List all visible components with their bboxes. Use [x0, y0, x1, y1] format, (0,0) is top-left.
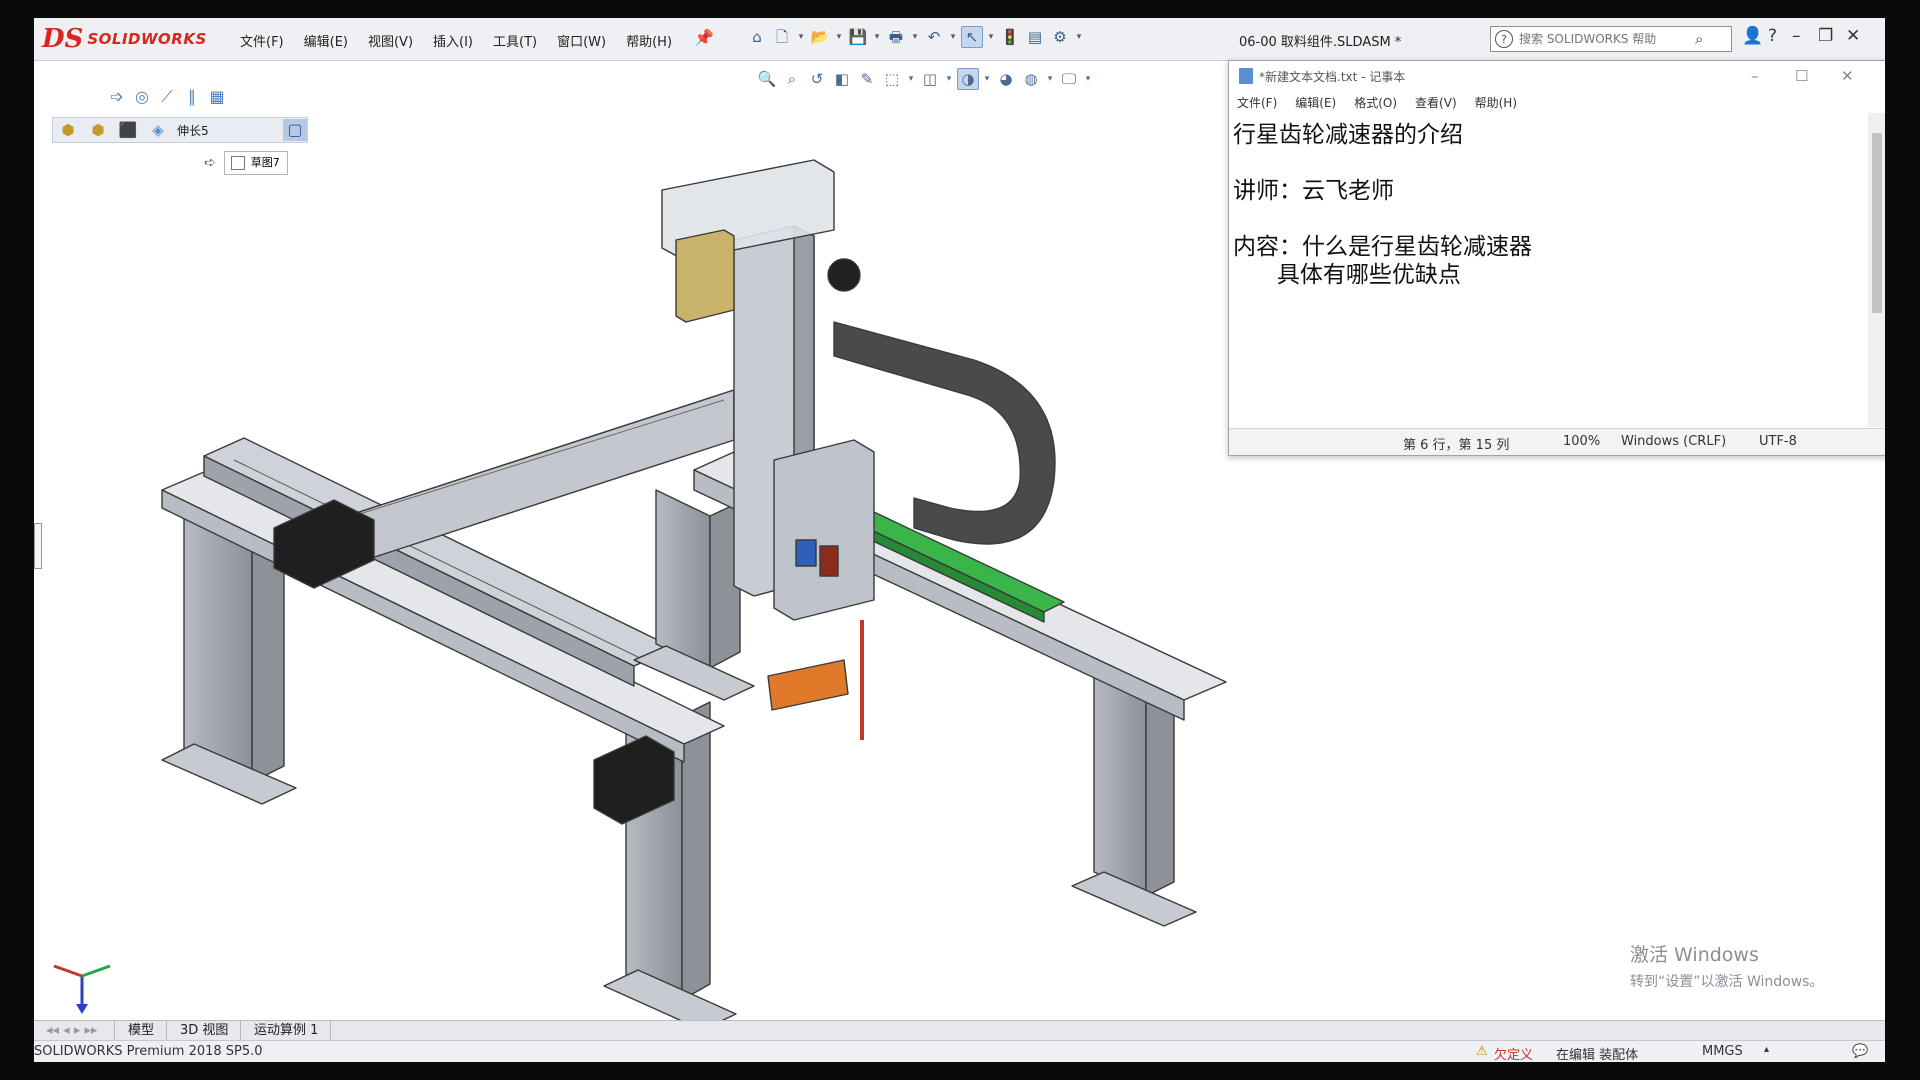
- search-icon[interactable]: ⌕: [1695, 30, 1703, 48]
- title-menu-bar: DS SOLIDWORKS 文件(F) 编辑(E) 视图(V) 插入(I) 工具…: [34, 18, 1885, 61]
- line-ending: Windows (CRLF): [1621, 434, 1727, 449]
- document-title: 06-00 取料组件.SLDASM *: [1239, 35, 1402, 50]
- gear-icon[interactable]: ⚙: [1049, 26, 1071, 48]
- windows-activation-watermark: 激活 Windows 转到“设置”以激活 Windows。: [1630, 940, 1823, 991]
- right-front-leg: [1093, 669, 1147, 897]
- chevron-down-icon[interactable]: ▾: [948, 26, 958, 48]
- zoom-level: 100%: [1563, 434, 1601, 449]
- menu-tools[interactable]: 工具(T): [493, 31, 537, 50]
- version-text: SOLIDWORKS Premium 2018 SP5.0: [34, 1044, 263, 1059]
- main-menu: 文件(F) 编辑(E) 视图(V) 插入(I) 工具(T) 窗口(W) 帮助(H…: [240, 31, 692, 50]
- logo-text: SOLIDWORKS: [87, 30, 207, 48]
- menu-edit[interactable]: 编辑(E): [304, 31, 348, 50]
- help-icon[interactable]: ?: [1768, 26, 1777, 46]
- text-line: 具体有哪些优缺点: [1233, 262, 1461, 288]
- traffic-light-icon[interactable]: 🚦: [999, 26, 1021, 48]
- home-icon[interactable]: ⌂: [746, 26, 768, 48]
- left-back-leg-face: [681, 701, 711, 1001]
- chevron-down-icon[interactable]: ▾: [796, 26, 806, 48]
- standard-toolbar: ⌂ 🗋 ▾ 📂 ▾ 💾 ▾ 🖶 ▾ ↶ ▾ ↖ ▾ 🚦 ▤ ⚙ ▾: [746, 26, 1087, 48]
- graphics-area-model[interactable]: [34, 60, 1234, 1020]
- open-folder-icon[interactable]: 📂: [809, 26, 831, 48]
- tab-3d-view[interactable]: 3D 视图: [168, 1021, 242, 1041]
- chevron-down-icon[interactable]: ▾: [872, 26, 882, 48]
- cursor-position: 第 6 行，第 15 列: [1403, 438, 1510, 453]
- maximize-icon[interactable]: ❐: [1818, 26, 1833, 46]
- gripper-pad: [767, 659, 849, 711]
- tab-scroll-arrows[interactable]: ◂◂ ◂ ▸ ▸▸: [34, 1021, 115, 1041]
- notepad-menu-format[interactable]: 格式(O): [1354, 94, 1397, 111]
- notepad-menu-file[interactable]: 文件(F): [1237, 94, 1277, 111]
- tab-model[interactable]: 模型: [116, 1021, 168, 1041]
- file-properties-icon[interactable]: ▤: [1024, 26, 1046, 48]
- minimize-icon[interactable]: –: [1792, 26, 1801, 46]
- bottom-tab-bar: ◂◂ ◂ ▸ ▸▸ 模型 3D 视图 运动算例 1: [34, 1020, 1885, 1041]
- chevron-down-icon[interactable]: ▾: [1074, 26, 1084, 48]
- left-front-leg: [183, 507, 253, 783]
- close-icon[interactable]: ✕: [1846, 26, 1860, 46]
- encoding: UTF-8: [1759, 434, 1797, 449]
- notepad-statusbar: 第 6 行，第 15 列 100% Windows (CRLF) UTF-8: [1229, 428, 1885, 455]
- text-line: [1233, 149, 1861, 177]
- help-search-input[interactable]: [1517, 31, 1691, 47]
- warning-icon: ⚠: [1476, 1044, 1488, 1059]
- notepad-titlebar[interactable]: *新建文本文档.txt - 记事本: [1229, 61, 1885, 91]
- ds-logo-mark: DS: [42, 24, 84, 54]
- menu-window[interactable]: 窗口(W): [557, 31, 606, 50]
- text-line: 内容：什么是行星齿轮减速器: [1233, 234, 1532, 260]
- text-line: 行星齿轮减速器的介绍: [1233, 122, 1463, 148]
- chevron-down-icon[interactable]: ▾: [910, 26, 920, 48]
- chevron-down-icon[interactable]: ▾: [834, 26, 844, 48]
- notepad-title: *新建文本文档.txt - 记事本: [1259, 69, 1406, 84]
- z-axis-motor: [675, 229, 735, 323]
- units-chevron-icon[interactable]: ▴: [1764, 1044, 1769, 1055]
- notepad-menu: 文件(F) 编辑(E) 格式(O) 查看(V) 帮助(H): [1229, 91, 1885, 113]
- undo-icon[interactable]: ↶: [923, 26, 945, 48]
- text-line: [1233, 205, 1861, 233]
- sensor-cylinder: [827, 258, 861, 292]
- notepad-text-area[interactable]: 行星齿轮减速器的介绍 讲师：云飞老师 内容：什么是行星齿轮减速器 具体有哪些优缺…: [1229, 115, 1865, 425]
- notepad-menu-edit[interactable]: 编辑(E): [1295, 94, 1336, 111]
- solidworks-logo[interactable]: DS SOLIDWORKS: [42, 24, 206, 54]
- text-line: 讲师：云飞老师: [1233, 178, 1394, 204]
- notepad-maximize-icon[interactable]: ☐: [1795, 67, 1808, 85]
- scrollbar-thumb[interactable]: [1872, 133, 1882, 313]
- chevron-down-icon[interactable]: ▾: [986, 26, 996, 48]
- coordinate-triad: [53, 964, 111, 1014]
- notepad-scrollbar[interactable]: [1868, 113, 1885, 427]
- notepad-menu-help[interactable]: 帮助(H): [1475, 94, 1517, 111]
- menu-help[interactable]: 帮助(H): [626, 31, 672, 50]
- select-cursor-icon[interactable]: ↖: [961, 26, 983, 48]
- help-question-icon: ?: [1495, 30, 1513, 48]
- menu-file[interactable]: 文件(F): [240, 31, 284, 50]
- notepad-icon: [1239, 68, 1253, 84]
- unit-system[interactable]: MMGS: [1702, 1044, 1743, 1059]
- user-icon[interactable]: 👤: [1742, 26, 1763, 46]
- definition-status[interactable]: 欠定义: [1494, 1044, 1533, 1062]
- tool-red-part: [819, 545, 839, 577]
- right-back-leg: [655, 489, 711, 669]
- menu-view[interactable]: 视图(V): [368, 31, 413, 50]
- activation-line1: 激活 Windows: [1630, 944, 1759, 966]
- save-icon[interactable]: 💾: [847, 26, 869, 48]
- help-search-box[interactable]: ? ⌕: [1490, 26, 1732, 52]
- menu-insert[interactable]: 插入(I): [433, 31, 473, 50]
- activation-line2: 转到“设置”以激活 Windows。: [1630, 974, 1824, 990]
- tab-motion-study[interactable]: 运动算例 1: [242, 1021, 332, 1041]
- edit-mode: 在编辑 装配体: [1556, 1048, 1639, 1062]
- print-icon[interactable]: 🖶: [885, 26, 907, 48]
- application-statusbar: SOLIDWORKS Premium 2018 SP5.0 ⚠ 欠定义 在编辑 …: [34, 1040, 1885, 1062]
- notepad-close-icon[interactable]: ✕: [1841, 67, 1854, 85]
- solidworks-window: DS SOLIDWORKS 文件(F) 编辑(E) 视图(V) 插入(I) 工具…: [34, 18, 1885, 1062]
- tool-head-block: [773, 439, 875, 621]
- notepad-minimize-icon[interactable]: –: [1751, 67, 1759, 85]
- new-document-icon[interactable]: 🗋: [771, 26, 793, 48]
- chat-icon[interactable]: 💬: [1852, 1044, 1868, 1059]
- notepad-menu-view[interactable]: 查看(V): [1415, 94, 1457, 111]
- pin-icon[interactable]: 📌: [694, 28, 714, 47]
- notepad-window: *新建文本文档.txt - 记事本 – ☐ ✕ 文件(F) 编辑(E) 格式(O…: [1228, 60, 1885, 456]
- tool-blue-part: [795, 539, 817, 567]
